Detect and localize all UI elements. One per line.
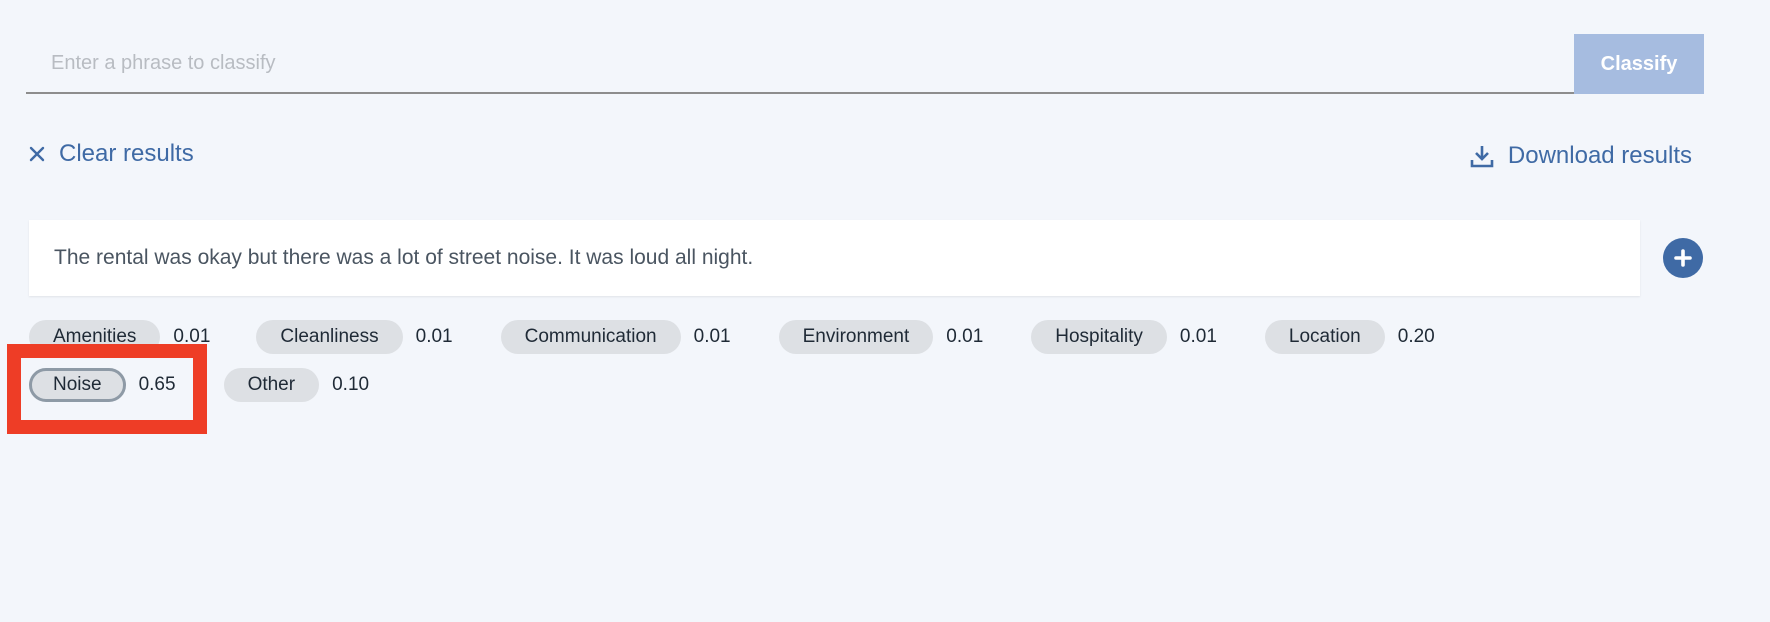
search-bar: Classify [26,34,1704,95]
label-pill-communication[interactable]: Communication [500,320,681,354]
close-icon [29,146,45,162]
classified-phrase-card: The rental was okay but there was a lot … [29,220,1640,296]
label-score-cleanliness: 0.01 [415,326,453,347]
label-score-hospitality: 0.01 [1179,326,1217,347]
label-row-1: Amenities 0.01 Cleanliness 0.01 Communic… [29,320,1435,354]
label-pill-noise[interactable]: Noise [29,368,126,402]
add-button[interactable] [1663,238,1703,278]
label-row-2: Noise 0.65 Other 0.10 [29,368,369,402]
download-results-label: Download results [1507,142,1692,169]
label-item-amenities: Amenities 0.01 [29,320,210,354]
label-pill-amenities[interactable]: Amenities [29,320,161,354]
classify-button[interactable]: Classify [1574,34,1704,94]
label-item-hospitality: Hospitality 0.01 [1031,320,1217,354]
label-pill-location[interactable]: Location [1264,320,1385,354]
label-score-communication: 0.01 [693,326,731,347]
label-score-location: 0.20 [1397,326,1435,347]
label-item-location: Location 0.20 [1264,320,1435,354]
label-item-communication: Communication 0.01 [500,320,731,354]
clear-results-link[interactable]: Clear results [29,140,194,168]
download-icon [1470,144,1494,168]
classified-phrase-text: The rental was okay but there was a lot … [54,246,754,269]
label-score-other: 0.10 [332,374,370,395]
label-item-noise: Noise 0.65 [29,368,176,402]
label-pill-hospitality[interactable]: Hospitality [1031,320,1167,354]
download-results-link[interactable]: Download results [1470,142,1692,170]
clear-results-label: Clear results [59,140,194,167]
label-score-environment: 0.01 [946,326,984,347]
label-pill-cleanliness[interactable]: Cleanliness [256,320,403,354]
label-item-cleanliness: Cleanliness 0.01 [256,320,453,354]
plus-icon [1673,248,1693,268]
label-item-environment: Environment 0.01 [778,320,984,354]
phrase-input[interactable] [26,34,1574,94]
label-pill-environment[interactable]: Environment [778,320,934,354]
label-score-noise: 0.65 [138,374,176,395]
label-item-other: Other 0.10 [223,368,370,402]
label-pill-other[interactable]: Other [223,368,320,402]
label-score-amenities: 0.01 [173,326,211,347]
